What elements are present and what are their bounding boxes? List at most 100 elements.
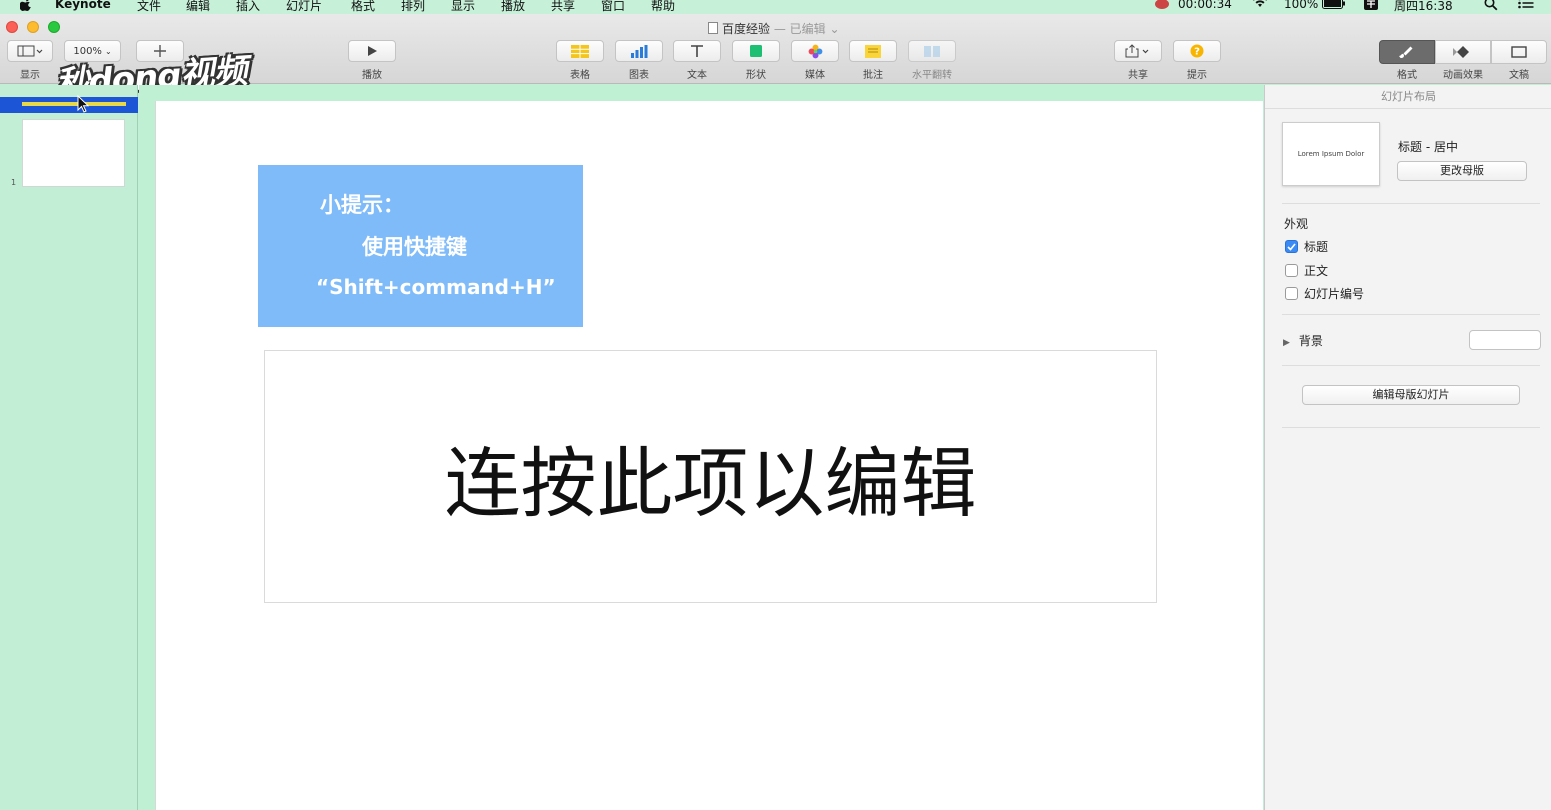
animate-diamond-icon <box>1453 46 1469 58</box>
notification-center-icon[interactable] <box>1518 0 1534 12</box>
document-title[interactable]: 百度经验 — 已编辑 ⌄ <box>708 20 840 37</box>
format-tab[interactable] <box>1379 40 1435 64</box>
slide-number-checkbox-label: 幻灯片编号 <box>1304 287 1365 301</box>
chart-button[interactable] <box>615 40 663 62</box>
tip-line-shortcut: 使用快捷键 <box>362 235 467 259</box>
checkmark-icon <box>1287 242 1296 251</box>
background-color-well[interactable] <box>1469 330 1541 350</box>
table-label: 表格 <box>570 70 590 81</box>
play-icon <box>368 46 377 56</box>
sidebar-icon <box>17 45 43 57</box>
menu-bar: Keynote 文件 编辑 插入 幻灯片 格式 排列 显示 播放 共享 窗口 帮… <box>0 0 1551 14</box>
title-checkbox-label: 标题 <box>1304 240 1329 254</box>
slide-number-checkbox[interactable] <box>1285 287 1298 300</box>
title-checkbox[interactable] <box>1285 240 1298 253</box>
menu-view[interactable]: 显示 <box>451 0 475 14</box>
slide-canvas[interactable]: 小提示： 使用快捷键 “Shift+command+H” 连按此项以编辑 <box>155 101 1263 810</box>
menu-help[interactable]: 帮助 <box>651 0 675 14</box>
menu-play[interactable]: 播放 <box>501 0 525 14</box>
document-rect-icon <box>1511 46 1527 58</box>
play-button[interactable] <box>348 40 396 62</box>
layout-name: 标题 - 居中 <box>1398 140 1458 154</box>
mouse-cursor-icon <box>77 95 89 113</box>
comment-button[interactable] <box>849 40 897 62</box>
layout-thumbnail-text: Lorem Ipsum Dolor <box>1297 150 1365 158</box>
chart-icon <box>631 44 648 58</box>
menu-insert[interactable]: 插入 <box>236 0 260 14</box>
document-tab[interactable] <box>1491 40 1547 64</box>
layout-thumbnail[interactable]: Lorem Ipsum Dolor <box>1282 122 1380 186</box>
document-label: 文稿 <box>1509 70 1529 81</box>
tips-button[interactable]: ? <box>1173 40 1221 62</box>
change-master-button[interactable]: 更改母版 <box>1397 161 1527 181</box>
background-label: 背景 <box>1298 334 1323 348</box>
checkbox-row-body[interactable]: 正文 <box>1285 262 1328 279</box>
flip-horizontal-icon <box>924 45 940 57</box>
table-icon <box>571 44 589 58</box>
tip-heading: 小提示： <box>320 193 404 217</box>
recording-icon[interactable] <box>1155 0 1169 9</box>
slide-number: 1 <box>11 178 17 187</box>
divider <box>1282 365 1540 366</box>
menu-slide[interactable]: 幻灯片 <box>286 0 322 14</box>
app-menu[interactable]: Keynote <box>55 0 111 11</box>
view-button[interactable] <box>7 40 53 62</box>
apple-icon[interactable] <box>19 0 32 11</box>
menu-file[interactable]: 文件 <box>137 0 161 14</box>
title-placeholder-text: 连按此项以编辑 <box>444 438 977 528</box>
checkbox-row-slide-number[interactable]: 幻灯片编号 <box>1285 285 1364 302</box>
menu-share[interactable]: 共享 <box>551 0 575 14</box>
view-label: 显示 <box>20 70 40 81</box>
edit-master-slide-button[interactable]: 编辑母版幻灯片 <box>1302 385 1520 405</box>
close-window-button[interactable] <box>6 21 18 33</box>
menu-edit[interactable]: 编辑 <box>186 0 210 14</box>
tips-label: 提示 <box>1187 70 1207 81</box>
edited-status: — 已编辑 ⌄ <box>773 22 840 36</box>
inspector-header: 幻灯片布局 <box>1265 85 1551 109</box>
zoom-window-button[interactable] <box>48 21 60 33</box>
spotlight-search-icon[interactable] <box>1484 0 1498 14</box>
body-checkbox-label: 正文 <box>1304 264 1329 278</box>
slide-canvas-area[interactable]: 小提示： 使用快捷键 “Shift+command+H” 连按此项以编辑 <box>139 85 1263 810</box>
shape-icon <box>750 45 762 57</box>
play-label: 播放 <box>362 70 382 81</box>
title-placeholder[interactable]: 连按此项以编辑 <box>264 350 1157 603</box>
divider <box>1282 314 1540 315</box>
wifi-icon[interactable] <box>1250 0 1270 11</box>
divider <box>1282 203 1540 204</box>
menu-format[interactable]: 格式 <box>351 0 375 14</box>
svg-text:?: ? <box>1194 47 1200 58</box>
battery-percent: 100% <box>1284 0 1319 11</box>
recording-time: 00:00:34 <box>1178 0 1232 11</box>
menu-window[interactable]: 窗口 <box>601 0 625 14</box>
text-icon <box>691 45 703 57</box>
text-label: 文本 <box>687 70 707 81</box>
slide-navigator[interactable]: 1 <box>0 85 138 810</box>
body-checkbox[interactable] <box>1285 264 1298 277</box>
checkbox-row-title[interactable]: 标题 <box>1285 238 1328 255</box>
tip-line-keys: “Shift+command+H” <box>316 275 556 299</box>
menu-arrange[interactable]: 排列 <box>401 0 425 14</box>
input-method-icon[interactable] <box>1364 0 1378 13</box>
minimize-window-button[interactable] <box>27 21 39 33</box>
disclosure-triangle-icon: ▶ <box>1283 338 1290 348</box>
background-disclosure[interactable]: ▶ 背景 <box>1283 332 1323 349</box>
chart-label: 图表 <box>629 70 649 81</box>
shape-button[interactable] <box>732 40 780 62</box>
share-button[interactable] <box>1114 40 1162 62</box>
animate-tab[interactable] <box>1435 40 1491 64</box>
flip-horizontal-button[interactable] <box>908 40 956 62</box>
text-button[interactable] <box>673 40 721 62</box>
table-button[interactable] <box>556 40 604 62</box>
tip-text-box[interactable]: 小提示： 使用快捷键 “Shift+command+H” <box>258 165 583 327</box>
slide-thumbnail[interactable] <box>22 119 125 187</box>
format-inspector: 幻灯片布局 Lorem Ipsum Dolor 标题 - 居中 更改母版 外观 … <box>1264 85 1551 810</box>
media-button[interactable] <box>791 40 839 62</box>
animate-label: 动画效果 <box>1443 70 1483 81</box>
document-name: 百度经验 <box>722 22 771 36</box>
share-icon <box>1125 44 1149 58</box>
battery-icon[interactable] <box>1322 0 1346 12</box>
format-label: 格式 <box>1397 70 1417 81</box>
navigator-selection-bar[interactable] <box>0 97 138 113</box>
share-label: 共享 <box>1128 70 1148 81</box>
